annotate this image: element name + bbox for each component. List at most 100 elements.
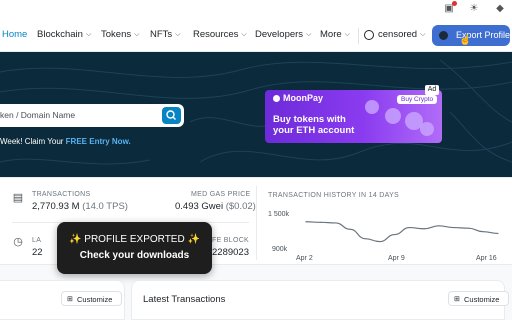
moonpay-ad[interactable]: MoonPay Buy Crypto Buy tokens with your E… — [265, 90, 442, 143]
chevron-down-icon: ⌵ — [85, 31, 92, 38]
nav-tokens-label: Tokens — [101, 29, 132, 40]
chevron-down-icon: ⌵ — [241, 31, 247, 38]
nav-divider — [358, 28, 359, 44]
chevron-down-icon: ⌵ — [175, 31, 181, 38]
speedometer-icon: ◷ — [13, 236, 23, 248]
promo-link[interactable]: FREE Entry Now. — [66, 137, 131, 146]
y-tick-label: 1 500k — [268, 211, 290, 218]
transactions-tps: (14.0 TPS) — [82, 201, 128, 212]
last-block-label: LA — [32, 237, 42, 244]
nav-blockchain-label: Blockchain — [37, 29, 83, 40]
transaction-history-chart[interactable]: 1 500k 900k Apr 2 Apr 9 Apr 16 — [262, 202, 502, 264]
transactions-count: 2,770.93 M — [32, 201, 80, 212]
customize-label: Customize — [77, 295, 113, 304]
user-menu[interactable]: censored ⌵ — [378, 29, 425, 40]
nav-home[interactable]: Home — [2, 29, 27, 40]
transactions-label: TRANSACTIONS — [32, 191, 91, 198]
nav-tokens[interactable]: Tokens ⌵ — [101, 29, 139, 40]
notification-dot — [452, 1, 457, 6]
safe-block-label: FE BLOCK — [212, 237, 250, 244]
x-tick-label: Apr 2 — [296, 255, 313, 262]
user-name: censored — [378, 29, 418, 40]
grid-icon: ⊞ — [454, 296, 460, 303]
coin-icon — [365, 100, 379, 114]
ad-brand-label: MoonPay — [283, 93, 324, 103]
x-tick-label: Apr 16 — [476, 255, 497, 262]
transactions-data-point — [467, 227, 470, 229]
gas-price-label: MED GAS PRICE — [191, 191, 251, 198]
transactions-data-point — [379, 240, 381, 243]
ad-headline: Buy tokens with your ETH account — [273, 114, 354, 136]
ad-cta-button[interactable]: Buy Crypto — [397, 95, 438, 104]
chevron-down-icon: ⌵ — [420, 31, 426, 38]
chevron-down-icon: ⌵ — [344, 31, 350, 38]
ad-badge: Ad — [425, 85, 439, 95]
nav-resources[interactable]: Resources ⌵ — [193, 29, 247, 40]
search-icon — [166, 110, 176, 120]
gas-price-usd: ($0.02) — [225, 201, 256, 212]
moonpay-logo-icon — [273, 95, 280, 102]
toast-message: Check your downloads — [79, 250, 190, 261]
profile-avatar-icon — [439, 31, 448, 40]
search-input[interactable]: ken / Domain Name — [0, 104, 184, 127]
grid-icon: ⊞ — [67, 296, 73, 303]
browser-toolbar: ▣ ☀ ◆ — [0, 0, 512, 20]
latest-blocks-card: ⊞ Customize — [0, 280, 125, 320]
export-toast: ✨ PROFILE EXPORTED ✨ Check your download… — [57, 222, 212, 274]
user-icon — [364, 30, 374, 40]
last-block-value[interactable]: 22 — [32, 247, 43, 258]
nav-more[interactable]: More ⌵ — [320, 29, 350, 40]
customize-button[interactable]: ⊞ Customize — [448, 291, 509, 306]
mouse-cursor-icon: ☝ — [459, 35, 472, 46]
transactions-data-point — [394, 233, 396, 236]
transactions-data-point — [438, 225, 440, 227]
export-profile-button[interactable]: Export Profile — [432, 25, 510, 46]
nav-resources-label: Resources — [193, 29, 239, 40]
chevron-down-icon: ⌵ — [306, 31, 312, 38]
y-tick-label: 900k — [272, 246, 288, 253]
latest-transactions-title: Latest Transactions — [143, 294, 226, 305]
transactions-data-point — [320, 221, 322, 223]
settings-icon[interactable]: ☀ — [468, 3, 480, 15]
gas-price-value[interactable]: 0.493 Gwei ($0.02) — [175, 201, 256, 212]
transactions-data-point — [305, 221, 307, 223]
nav-blockchain[interactable]: Blockchain ⌵ — [37, 29, 91, 40]
search-button[interactable] — [162, 107, 181, 124]
chevron-down-icon: ⌵ — [134, 31, 140, 38]
nav-more-label: More — [320, 29, 342, 40]
ethereum-icon[interactable]: ◆ — [494, 3, 506, 15]
promo-text: Week! Claim Your FREE Entry Now. — [0, 137, 131, 146]
ad-headline-line1: Buy tokens with — [273, 114, 346, 125]
transactions-data-point — [364, 238, 366, 240]
transactions-data-point — [497, 232, 499, 235]
transactions-data-point — [349, 228, 351, 230]
transactions-series-line — [305, 221, 499, 243]
transactions-data-point — [453, 226, 455, 229]
transactions-data-point — [408, 226, 410, 229]
coin-icon — [420, 122, 434, 136]
nav-developers-label: Developers — [255, 29, 304, 40]
toast-title: ✨ PROFILE EXPORTED ✨ — [69, 234, 200, 245]
ad-headline-line2: your ETH account — [273, 125, 355, 136]
gas-price-gwei: 0.493 Gwei — [175, 201, 224, 212]
nav-nfts-label: NFTs — [150, 29, 173, 40]
hero-banner: ken / Domain Name Week! Claim Your FREE … — [0, 52, 512, 177]
nav-home-label: Home — [2, 29, 28, 40]
transactions-data-point — [423, 228, 425, 230]
chart-title: TRANSACTION HISTORY IN 14 DAYS — [268, 192, 400, 199]
nav-developers[interactable]: Developers ⌵ — [255, 29, 311, 40]
nav-nfts[interactable]: NFTs ⌵ — [150, 29, 180, 40]
transactions-data-point — [334, 222, 337, 224]
search-placeholder: ken / Domain Name — [0, 110, 76, 120]
customize-button[interactable]: ⊞ Customize — [61, 291, 122, 306]
transactions-data-point — [482, 231, 484, 233]
latest-transactions-card: Latest Transactions ⊞ Customize — [131, 280, 509, 320]
ad-brand: MoonPay — [273, 93, 323, 103]
coin-icon — [385, 108, 401, 124]
x-tick-label: Apr 9 — [388, 255, 405, 262]
transactions-value[interactable]: 2,770.93 M (14.0 TPS) — [32, 201, 128, 212]
customize-label: Customize — [464, 295, 500, 304]
promo-prefix: Week! Claim Your — [0, 137, 66, 146]
safe-block-value[interactable]: 2289023 — [212, 247, 249, 258]
stats-vertical-divider — [256, 186, 257, 260]
